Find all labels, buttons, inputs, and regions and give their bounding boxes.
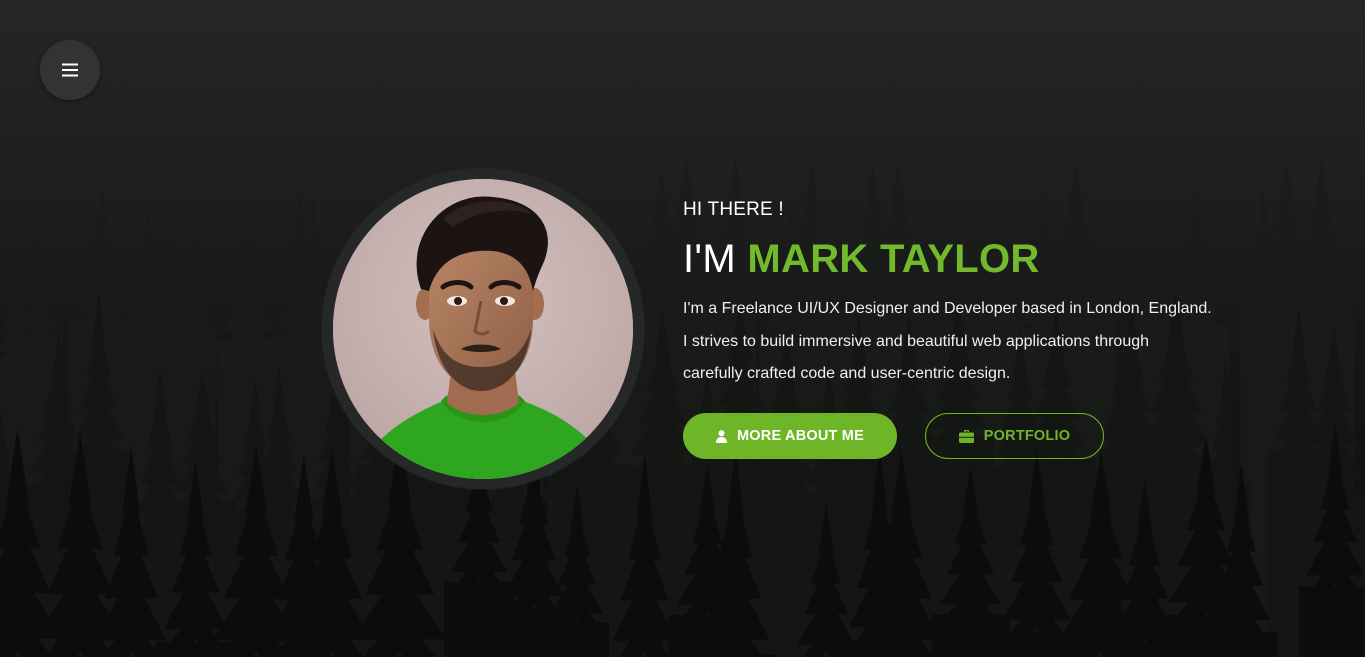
tree-base [1299,586,1365,657]
tree-base [1205,631,1278,657]
hero-section: HI THERE ! I'M MARK TAYLOR I'm a Freelan… [0,0,1365,657]
bio-paragraph: I'm a Freelance UI/UX Designer and Devel… [683,293,1263,391]
tree-base [155,641,236,657]
profile-photo-frame [322,169,644,489]
hamburger-icon [62,63,78,77]
cta-buttons: MORE ABOUT ME PORTFOLIO [683,413,1104,459]
greeting-text: HI THERE ! [683,199,784,220]
menu-toggle-button[interactable] [40,40,100,100]
headline-prefix: I'M [683,237,736,281]
bio-line: carefully crafted code and user-centric … [683,365,1011,382]
headline: I'M MARK TAYLOR [683,236,1283,282]
intro-block: HI THERE ! I'M MARK TAYLOR I'm a Freelan… [683,196,1283,391]
bio-line: I strives to build immersive and beautif… [683,332,1150,350]
user-icon [716,429,728,443]
profile-photo [333,179,633,479]
more-about-me-label: MORE ABOUT ME [737,428,864,444]
portfolio-button[interactable]: PORTFOLIO [925,413,1104,459]
more-about-me-button[interactable]: MORE ABOUT ME [683,413,897,459]
briefcase-icon [958,429,974,443]
bio-line: I'm a Freelance UI/UX Designer and Devel… [683,300,1212,317]
portfolio-label: PORTFOLIO [983,428,1071,444]
headline-name: MARK TAYLOR [747,237,1040,281]
tree-base [545,622,610,657]
